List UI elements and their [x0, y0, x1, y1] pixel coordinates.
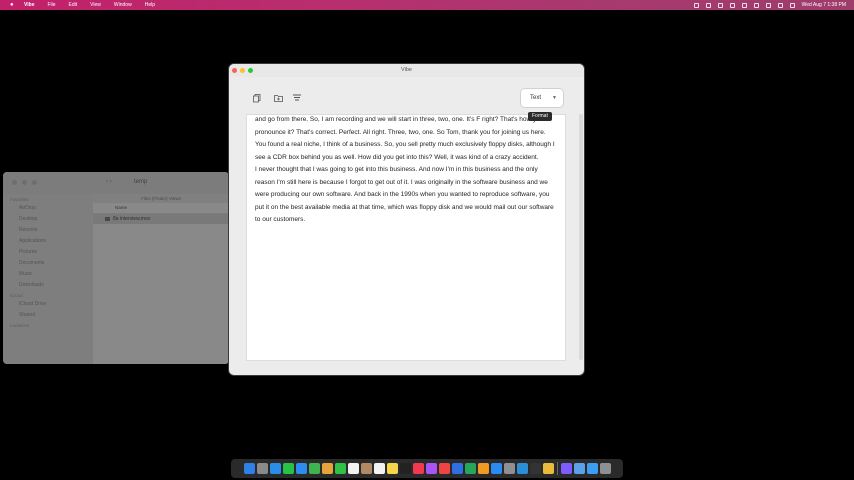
- pages-icon[interactable]: [477, 463, 489, 474]
- tv-icon[interactable]: [399, 463, 411, 474]
- sidebar-item[interactable]: Desktop: [3, 213, 93, 224]
- vscode-icon[interactable]: [516, 463, 528, 474]
- calendar-icon[interactable]: [347, 463, 359, 474]
- user-icon[interactable]: [693, 2, 699, 8]
- vibe-toolbar: Text ▼: [229, 77, 584, 113]
- clock[interactable]: Wed Aug 7 1:38 PM: [802, 2, 846, 8]
- bluetooth-icon[interactable]: [741, 2, 747, 8]
- vibe-icon[interactable]: [560, 463, 572, 474]
- spotlight-icon[interactable]: [777, 2, 783, 8]
- file-name: 8a interview.mov: [113, 216, 151, 222]
- sidebar-section-heading: iCloud: [10, 293, 23, 298]
- safari-icon[interactable]: [269, 463, 281, 474]
- wifi-icon[interactable]: [765, 2, 771, 8]
- battery-icon[interactable]: [729, 2, 735, 8]
- format-select[interactable]: Text ▼: [521, 89, 563, 107]
- menu-view[interactable]: View: [90, 2, 101, 8]
- keynote-icon[interactable]: [451, 463, 463, 474]
- transcript-editor[interactable]: and go from there. So, I am recording an…: [246, 114, 566, 361]
- finder-icon[interactable]: [243, 463, 255, 474]
- menu-bar: ● Vibe File Edit View Window Help Wed Au…: [0, 0, 854, 10]
- settings-icon[interactable]: [503, 463, 515, 474]
- finder-path-header: Files (Finder) Views: [93, 194, 229, 203]
- sidebar-section-heading: Locations: [10, 323, 30, 328]
- finder-title: temp: [134, 179, 148, 185]
- sidebar-section-heading: Favorites: [10, 197, 29, 202]
- contacts-icon[interactable]: [360, 463, 372, 474]
- volume-icon[interactable]: [753, 2, 759, 8]
- finder-window[interactable]: ‹ › temp Favorites AirDrop Desktop Recents A…: [3, 172, 229, 364]
- app-store-icon[interactable]: [490, 463, 502, 474]
- list-icon[interactable]: [292, 94, 302, 104]
- finder-content: Files (Finder) Views Name 8a interview.m…: [93, 194, 229, 364]
- format-value: Text: [530, 95, 542, 101]
- control-center-icon[interactable]: [789, 2, 795, 8]
- finder-toolbar: ‹ › temp: [3, 172, 229, 195]
- copy-icon[interactable]: [252, 94, 262, 104]
- sidebar-item[interactable]: Shared: [3, 309, 93, 320]
- sidebar-item[interactable]: AirDrop: [3, 202, 93, 213]
- scrollbar[interactable]: [579, 114, 583, 360]
- close-button[interactable]: [12, 180, 17, 185]
- menu-help[interactable]: Help: [145, 2, 155, 8]
- launchpad-icon[interactable]: [256, 463, 268, 474]
- notes-icon[interactable]: [386, 463, 398, 474]
- transcript-paragraph: and go from there. So, I am recording an…: [255, 116, 555, 161]
- music-icon[interactable]: [412, 463, 424, 474]
- preview-icon[interactable]: [573, 463, 585, 474]
- window-title: Vibe: [401, 67, 412, 73]
- folder-icon[interactable]: [273, 94, 283, 104]
- dock-separator: [556, 462, 558, 475]
- minimize-button[interactable]: [22, 180, 27, 185]
- mail-icon[interactable]: [295, 463, 307, 474]
- sidebar-item[interactable]: Music: [3, 268, 93, 279]
- zoom-button[interactable]: [32, 180, 37, 185]
- status-area: Wed Aug 7 1:38 PM: [693, 0, 846, 10]
- finder-sidebar: Favorites AirDrop Desktop Recents Applicatio…: [3, 194, 93, 364]
- vibe-titlebar: Vibe: [229, 64, 584, 77]
- facetime-icon[interactable]: [334, 463, 346, 474]
- downloads-icon[interactable]: [586, 463, 598, 474]
- podcasts-icon[interactable]: [425, 463, 437, 474]
- maps-icon[interactable]: [308, 463, 320, 474]
- sidebar-item[interactable]: Downloads: [3, 279, 93, 290]
- format-tooltip: Format: [528, 112, 552, 121]
- back-icon[interactable]: ‹ ›: [106, 179, 112, 185]
- numbers-icon[interactable]: [464, 463, 476, 474]
- chevron-down-icon: ▼: [552, 95, 557, 101]
- sidebar-item[interactable]: Documents: [3, 257, 93, 268]
- menu-app-name[interactable]: Vibe: [24, 2, 34, 8]
- file-row[interactable]: 8a interview.mov: [93, 214, 229, 224]
- menu-edit[interactable]: Edit: [69, 2, 78, 8]
- sidebar-item[interactable]: iCloud Drive: [3, 298, 93, 309]
- messages-icon[interactable]: [282, 463, 294, 474]
- sidebar-item[interactable]: Pictures: [3, 246, 93, 257]
- chrome-icon[interactable]: [542, 463, 554, 474]
- trash-icon[interactable]: [599, 463, 611, 474]
- record-icon[interactable]: [705, 2, 711, 8]
- finder-window-controls: [12, 180, 37, 185]
- transcript-paragraph: I never thought that I was going to get …: [255, 166, 556, 223]
- name-column-header[interactable]: Name: [93, 203, 229, 214]
- menu-file[interactable]: File: [47, 2, 55, 8]
- sidebar-item[interactable]: Applications: [3, 235, 93, 246]
- menu-window[interactable]: Window: [114, 2, 132, 8]
- sidebar-item[interactable]: Recents: [3, 224, 93, 235]
- apple-menu-icon[interactable]: ●: [10, 2, 16, 8]
- vibe-window: Vibe Text ▼ and go from there. So, I am …: [229, 64, 584, 375]
- dock: [231, 459, 623, 478]
- reminders-icon[interactable]: [373, 463, 385, 474]
- news-icon[interactable]: [438, 463, 450, 474]
- screen-icon[interactable]: [717, 2, 723, 8]
- photos-icon[interactable]: [321, 463, 333, 474]
- movie-file-icon: [105, 217, 110, 221]
- terminal-icon[interactable]: [529, 463, 541, 474]
